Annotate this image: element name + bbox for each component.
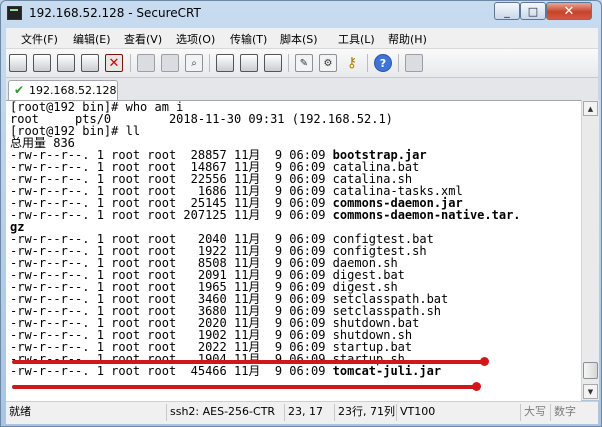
- annotation-underline-startup: [12, 385, 476, 389]
- status-size: 23行, 71列: [334, 404, 396, 421]
- menu-edit[interactable]: 编辑(E): [73, 31, 111, 47]
- menu-options[interactable]: 选项(O): [176, 31, 215, 47]
- bold-filename: commons-daemon-native.tar.: [332, 208, 521, 222]
- menu-view[interactable]: 查看(V): [124, 31, 162, 47]
- menu-tools[interactable]: 工具(L): [338, 31, 375, 47]
- scrollbar-thumb[interactable]: [583, 362, 598, 379]
- minimize-button[interactable]: _: [494, 2, 520, 20]
- connected-check-icon: ✔: [14, 83, 25, 97]
- settings-icon[interactable]: [264, 54, 282, 72]
- status-caps: 大写: [520, 404, 550, 421]
- close-icon: ✕: [563, 3, 575, 19]
- menu-file[interactable]: 文件(F): [21, 31, 58, 47]
- scroll-down-icon[interactable]: ▼: [583, 384, 598, 399]
- menu-script[interactable]: 脚本(S): [280, 31, 318, 47]
- terminal-line: -rw-r--r--. 1 root root 45466 11月 9 06:0…: [10, 365, 441, 377]
- connect-in-tab-icon[interactable]: [57, 54, 75, 72]
- terminal-line: -rw-r--r--. 1 root root 207125 11月 9 06:…: [10, 209, 521, 221]
- status-bar: 就绪 ssh2: AES-256-CTR 23, 17 23行, 71列 VT1…: [6, 401, 598, 424]
- session-tab-strip: ✔ 192.168.52.128: [6, 78, 598, 100]
- terminal-scrollbar[interactable]: ▲ ▼: [581, 100, 599, 400]
- print-selection-icon[interactable]: [240, 54, 258, 72]
- securecrt-window: 192.168.52.128 - SecureCRT _ □ ✕ 文件(F) 编…: [0, 0, 602, 427]
- reconnect-icon[interactable]: [81, 54, 99, 72]
- toolbar-separator: [367, 54, 368, 72]
- help-icon[interactable]: ?: [374, 54, 392, 72]
- annotation-underline-shutdown: [12, 360, 484, 364]
- disconnect-icon[interactable]: ✕: [105, 54, 123, 72]
- session-options-icon[interactable]: ✎: [295, 54, 313, 72]
- menu-transfer[interactable]: 传输(T): [230, 31, 267, 47]
- connect-icon[interactable]: [9, 54, 27, 72]
- annotation-endpoint: [480, 357, 489, 366]
- paste-icon[interactable]: [161, 54, 179, 72]
- annotation-endpoint: [472, 382, 481, 391]
- toolbar-separator: [288, 54, 289, 72]
- window-title: 192.168.52.128 - SecureCRT: [29, 6, 201, 20]
- status-emulation: VT100: [396, 404, 520, 421]
- terminal-output[interactable]: [root@192 bin]# who am i root pts/0 2018…: [6, 100, 581, 401]
- securecrt-app-icon: [7, 6, 22, 20]
- minimize-icon: _: [504, 4, 510, 18]
- status-cipher: ssh2: AES-256-CTR: [166, 404, 284, 421]
- bold-filename: tomcat-juli.jar: [332, 364, 442, 378]
- status-cursor: 23, 17: [284, 404, 334, 421]
- minimize-icon[interactable]: [405, 54, 423, 72]
- maximize-button[interactable]: □: [520, 2, 546, 20]
- copy-icon[interactable]: [137, 54, 155, 72]
- file-entry-prefix: -rw-r--r--. 1 root root 45466 11月 9 06:0…: [10, 364, 333, 378]
- session-tab[interactable]: ✔ 192.168.52.128: [8, 80, 118, 100]
- session-tab-label: 192.168.52.128: [29, 84, 117, 97]
- maximize-icon: □: [527, 4, 539, 18]
- menu-help[interactable]: 帮助(H): [388, 31, 427, 47]
- toolbar: ✕ ⌕ ✎ ⚙ ⚷ ?: [6, 49, 598, 78]
- toolbar-separator: [398, 54, 399, 72]
- scroll-up-icon[interactable]: ▲: [583, 101, 598, 116]
- file-entry-prefix: -rw-r--r--. 1 root root 207125 11月 9 06:…: [10, 208, 333, 222]
- title-bar[interactable]: 192.168.52.128 - SecureCRT _ □ ✕: [1, 1, 601, 27]
- status-ready: 就绪: [9, 405, 31, 418]
- menu-bar: 文件(F) 编辑(E) 查看(V) 选项(O) 传输(T) 脚本(S) 工具(L…: [6, 28, 598, 49]
- status-num: 数字: [550, 404, 596, 421]
- quick-connect-icon[interactable]: [33, 54, 51, 72]
- keymap-icon[interactable]: ⚷: [343, 54, 361, 72]
- find-icon[interactable]: ⌕: [185, 54, 203, 72]
- toolbar-separator: [209, 54, 210, 72]
- close-button[interactable]: ✕: [546, 2, 592, 20]
- global-options-icon[interactable]: ⚙: [319, 54, 337, 72]
- print-icon[interactable]: [216, 54, 234, 72]
- toolbar-separator: [130, 54, 131, 72]
